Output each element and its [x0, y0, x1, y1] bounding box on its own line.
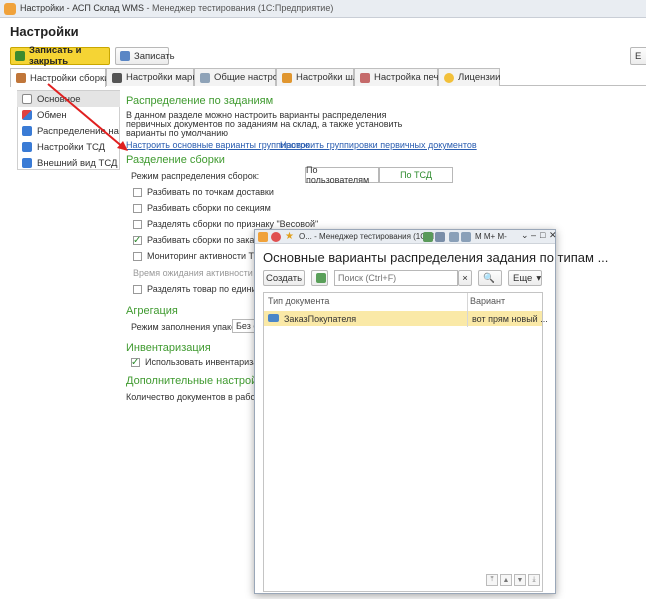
search-input[interactable] — [334, 270, 458, 286]
last-page-icon[interactable]: ⤓ — [528, 574, 540, 586]
copy-button[interactable] — [311, 270, 328, 286]
search-button[interactable]: 🔍 — [478, 270, 502, 286]
copy-icon — [316, 273, 326, 283]
column-divider — [467, 293, 468, 327]
favorite-star-icon[interactable]: ★ — [285, 231, 294, 242]
clear-search-button[interactable]: × — [458, 270, 472, 286]
dialog-memory-buttons[interactable]: M M+ M- — [475, 232, 507, 241]
dialog-maximize-icon[interactable]: □ — [540, 230, 545, 240]
chevron-down-icon: ▾ — [536, 272, 542, 284]
dialog-close-icon[interactable]: ✕ — [549, 230, 557, 241]
create-label: Создать — [265, 272, 303, 284]
dialog-calc-icon[interactable] — [449, 232, 459, 242]
more-actions-label: Еще — [513, 272, 533, 284]
document-icon — [268, 314, 279, 322]
more-actions-button[interactable]: Еще ▾ — [508, 270, 542, 286]
create-button[interactable]: Создать — [263, 270, 305, 286]
document-types-table — [263, 292, 543, 592]
dialog-minimize-icon[interactable]: – — [531, 230, 536, 240]
dialog-title-bar: ★ О... - Менеджер тестирования (1С:П M M… — [255, 230, 557, 244]
dialog-link-icon[interactable] — [423, 232, 433, 242]
column-header-variant[interactable]: Вариант — [470, 293, 542, 309]
table-row[interactable]: ЗаказПокупателя вот прям новый ... — [264, 311, 548, 326]
arrow-line — [47, 83, 125, 149]
column-header-type[interactable]: Тип документа — [268, 293, 468, 309]
first-page-icon[interactable]: ⤒ — [486, 574, 498, 586]
cell-document-type: ЗаказПокупателя — [284, 314, 357, 324]
dialog-dropdown-icon[interactable]: ⌄ — [521, 230, 529, 241]
dialog-calendar-icon[interactable] — [461, 232, 471, 242]
search-icon: 🔍 — [483, 272, 495, 284]
dialog-menu-icon[interactable] — [271, 232, 281, 242]
dialog-heading: Основные варианты распределения задания … — [263, 250, 609, 265]
prev-page-icon[interactable]: ▲ — [500, 574, 512, 586]
next-page-icon[interactable]: ▼ — [514, 574, 526, 586]
dialog-app-icon — [258, 232, 268, 242]
dialog-save-icon[interactable] — [435, 232, 445, 242]
dialog-title: О... - Менеджер тестирования (1С:П — [299, 232, 435, 241]
cell-variant: вот прям новый ... — [472, 314, 548, 324]
clear-icon: × — [462, 272, 468, 284]
